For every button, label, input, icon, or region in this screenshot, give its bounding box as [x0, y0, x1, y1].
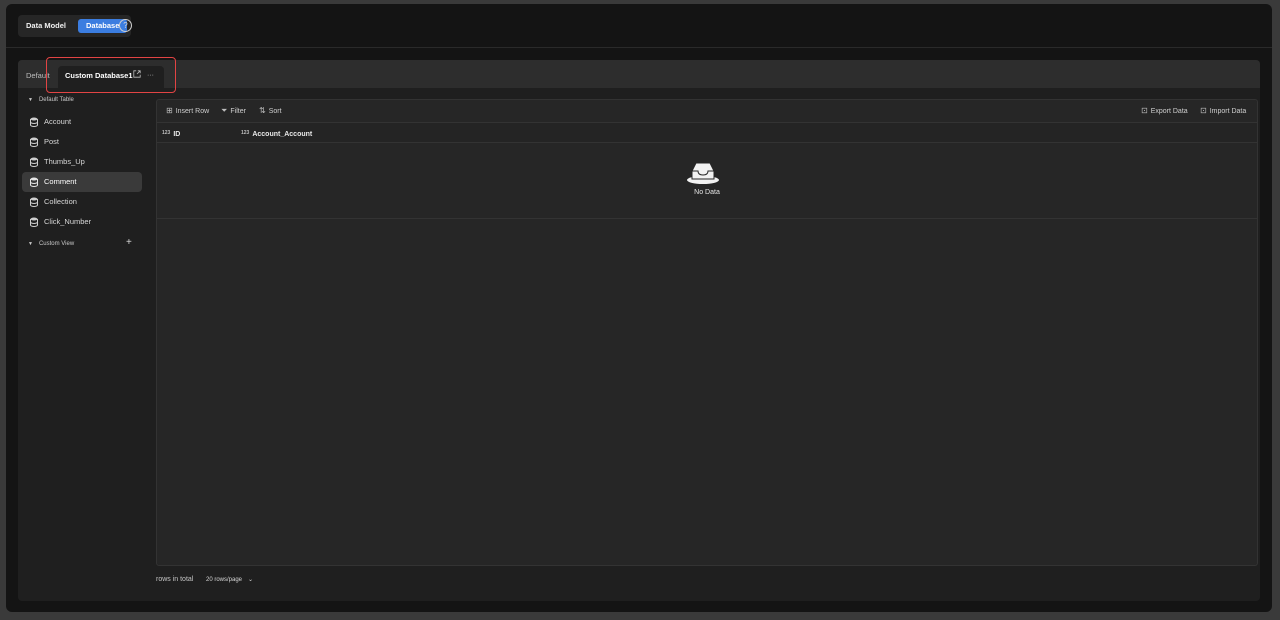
database-icon: [30, 197, 38, 207]
custom-view-section[interactable]: ▼ Custom View: [28, 238, 74, 250]
number-type-icon: 123: [162, 130, 171, 136]
insert-row-label: Insert Row: [175, 108, 210, 115]
column-label: ID: [173, 131, 181, 138]
no-data-text: No Data: [694, 189, 720, 196]
plus-square-icon: ⊞: [166, 106, 173, 115]
rows-total-text: rows in total: [156, 576, 194, 583]
column-header-row: 123 ID 123 Account_Account: [157, 122, 1257, 143]
page-size-label: 20 rows/page: [206, 577, 243, 583]
sort-label: Sort: [268, 108, 282, 115]
column-header-id[interactable]: 123 ID: [162, 128, 180, 140]
filter-icon: ⏷: [221, 106, 228, 115]
sidebar-item-comment[interactable]: Comment: [22, 172, 142, 192]
tab-bar: Default Custom Database1 ···: [18, 60, 1260, 88]
data-grid: ⊞ Insert Row ⏷ Filter ⇅ Sort ⊡ Export Data ⊡…: [156, 99, 1258, 566]
database-icon: [30, 117, 38, 127]
import-data-button[interactable]: ⊡ Import Data: [1200, 105, 1246, 118]
sidebar-item-label: Account: [44, 117, 72, 126]
caret-down-icon: ▼: [28, 241, 33, 247]
import-label: Import Data: [1209, 108, 1247, 115]
section-label: Default Table: [38, 97, 74, 103]
sidebar-item-label: Comment: [44, 177, 77, 186]
more-options-icon[interactable]: ···: [147, 66, 154, 86]
import-icon: ⊡: [1200, 106, 1207, 115]
column-label: Account_Account: [252, 131, 313, 138]
data-model-button[interactable]: Data Model: [18, 19, 74, 33]
chevron-down-icon: ⌄: [248, 577, 254, 583]
external-link-icon[interactable]: [133, 66, 141, 86]
insert-row-button[interactable]: ⊞ Insert Row: [166, 105, 209, 118]
export-data-button[interactable]: ⊡ Export Data: [1141, 105, 1188, 118]
tab-label: Custom Database1: [65, 71, 133, 80]
database-icon: [30, 217, 38, 227]
grid-toolbar: ⊞ Insert Row ⏷ Filter ⇅ Sort ⊡ Export Data ⊡…: [157, 100, 1257, 122]
tab-default[interactable]: Default: [26, 66, 50, 88]
grid-footer: rows in total 20 rows/page ⌄: [156, 573, 253, 587]
filter-label: Filter: [230, 108, 246, 115]
sidebar-item-label: Click_Number: [44, 217, 92, 226]
sidebar-item-click-number[interactable]: Click_Number: [22, 212, 142, 232]
tab-custom-database1[interactable]: Custom Database1 ···: [58, 66, 164, 88]
sort-button[interactable]: ⇅ Sort: [259, 105, 282, 118]
add-view-icon[interactable]: +: [126, 238, 132, 248]
export-icon: ⊡: [1141, 106, 1148, 115]
empty-state: No Data: [157, 143, 1257, 219]
sidebar-item-label: Collection: [44, 197, 77, 206]
sidebar-item-post[interactable]: Post: [22, 132, 142, 152]
filter-button[interactable]: ⏷ Filter: [221, 105, 246, 118]
sidebar-item-collection[interactable]: Collection: [22, 192, 142, 212]
sidebar-item-label: Post: [44, 137, 60, 146]
database-panel: Default Custom Database1 ··· ▼ Default Ta…: [18, 60, 1260, 601]
sidebar-item-thumbs-up[interactable]: Thumbs_Up: [22, 152, 142, 172]
help-icon[interactable]: ?: [119, 19, 132, 32]
page-size-select[interactable]: 20 rows/page ⌄: [206, 573, 253, 587]
app-window: Data Model Database ? Default Custom Dat…: [6, 4, 1272, 612]
sidebar-item-label: Thumbs_Up: [44, 157, 85, 166]
section-label: Custom View: [38, 241, 75, 247]
export-label: Export Data: [1150, 108, 1188, 115]
empty-inbox-icon: [687, 162, 719, 184]
caret-down-icon: ▼: [28, 97, 33, 103]
sidebar: ▼ Default Table Account Post Thumbs_Up Co…: [18, 88, 146, 601]
database-icon: [30, 137, 38, 147]
database-icon: [30, 157, 38, 167]
default-table-section[interactable]: ▼ Default Table: [28, 94, 74, 106]
mode-switch: Data Model Database: [18, 15, 132, 37]
top-bar: Data Model Database ?: [6, 4, 1272, 48]
sort-icon: ⇅: [259, 106, 266, 115]
number-type-icon: 123: [241, 130, 250, 136]
column-header-account-account[interactable]: 123 Account_Account: [241, 128, 312, 140]
sidebar-item-account[interactable]: Account: [22, 112, 142, 132]
database-icon: [30, 177, 38, 187]
